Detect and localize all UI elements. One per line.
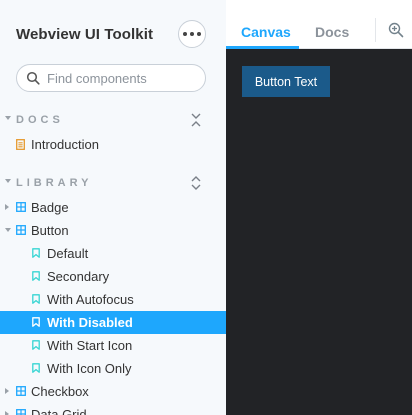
- story-item-with-start-icon[interactable]: With Start Icon: [0, 334, 226, 357]
- caret-down-icon: [5, 179, 11, 183]
- sidebar-item-checkbox[interactable]: Checkbox: [0, 380, 226, 403]
- story-item-label: With Start Icon: [47, 338, 133, 353]
- bookmark-icon: [32, 271, 40, 281]
- bookmark-icon: [32, 317, 40, 327]
- search-input[interactable]: [47, 70, 197, 86]
- sidebar-item-introduction[interactable]: Introduction: [0, 133, 226, 156]
- sidebar-item-label: Button: [31, 223, 69, 238]
- story-item-label: Secondary: [47, 269, 110, 284]
- sidebar-item-label: Introduction: [31, 137, 99, 152]
- story-item-label: With Disabled: [47, 315, 133, 330]
- tab-docs[interactable]: Docs: [315, 24, 349, 40]
- bookmark-icon: [32, 340, 40, 350]
- bookmark-icon: [32, 248, 40, 258]
- story-item-label: With Autofocus: [47, 292, 134, 307]
- search-box[interactable]: [16, 64, 206, 92]
- more-options-button[interactable]: [178, 20, 206, 48]
- story-item-with-icon-only[interactable]: With Icon Only: [0, 357, 226, 380]
- expand-icon[interactable]: [189, 175, 203, 191]
- preview-panel: Canvas Docs Button Text: [226, 0, 412, 415]
- caret-down-icon: [5, 116, 11, 120]
- sidebar-item-data-grid[interactable]: Data Grid: [0, 403, 226, 415]
- caret-right-icon: [5, 388, 9, 394]
- story-item-secondary[interactable]: Secondary: [0, 265, 226, 288]
- app-title: Webview UI Toolkit: [16, 26, 154, 43]
- demo-button[interactable]: Button Text: [242, 66, 330, 97]
- tab-bar: Canvas Docs: [226, 0, 412, 49]
- story-item-with-disabled[interactable]: With Disabled: [0, 311, 226, 334]
- zoom-in-icon[interactable]: [388, 22, 404, 38]
- component-icon: [16, 225, 26, 235]
- search-icon: [26, 71, 40, 85]
- toolbar-divider: [375, 18, 376, 42]
- sidebar-item-button[interactable]: Button: [0, 219, 226, 242]
- preview-canvas: Button Text: [226, 49, 412, 415]
- sidebar-item-label: Data Grid: [31, 407, 87, 415]
- bookmark-icon: [32, 294, 40, 304]
- sidebar-item-badge[interactable]: Badge: [0, 196, 226, 219]
- more-dot: [190, 32, 194, 36]
- sidebar: Webview UI Toolkit DOCS Introduction: [0, 0, 226, 415]
- tab-canvas[interactable]: Canvas: [241, 24, 291, 40]
- docs-section-header[interactable]: DOCS: [0, 110, 226, 130]
- caret-right-icon: [5, 411, 9, 415]
- component-icon: [16, 409, 26, 415]
- library-section-label: LIBRARY: [16, 177, 93, 189]
- collapse-icon[interactable]: [189, 112, 203, 128]
- docs-section-label: DOCS: [16, 114, 64, 126]
- story-item-label: Default: [47, 246, 89, 261]
- bookmark-icon: [32, 363, 40, 373]
- component-icon: [16, 386, 26, 396]
- more-horizontal-icon: [183, 32, 187, 36]
- document-icon: [16, 139, 25, 150]
- caret-right-icon: [5, 204, 9, 210]
- more-dot: [197, 32, 201, 36]
- caret-down-icon: [5, 228, 11, 232]
- component-icon: [16, 202, 26, 212]
- library-section-header[interactable]: LIBRARY: [0, 173, 226, 193]
- sidebar-item-label: Badge: [31, 200, 69, 215]
- story-item-default[interactable]: Default: [0, 242, 226, 265]
- story-item-with-autofocus[interactable]: With Autofocus: [0, 288, 226, 311]
- sidebar-item-label: Checkbox: [31, 384, 89, 399]
- story-item-label: With Icon Only: [47, 361, 132, 376]
